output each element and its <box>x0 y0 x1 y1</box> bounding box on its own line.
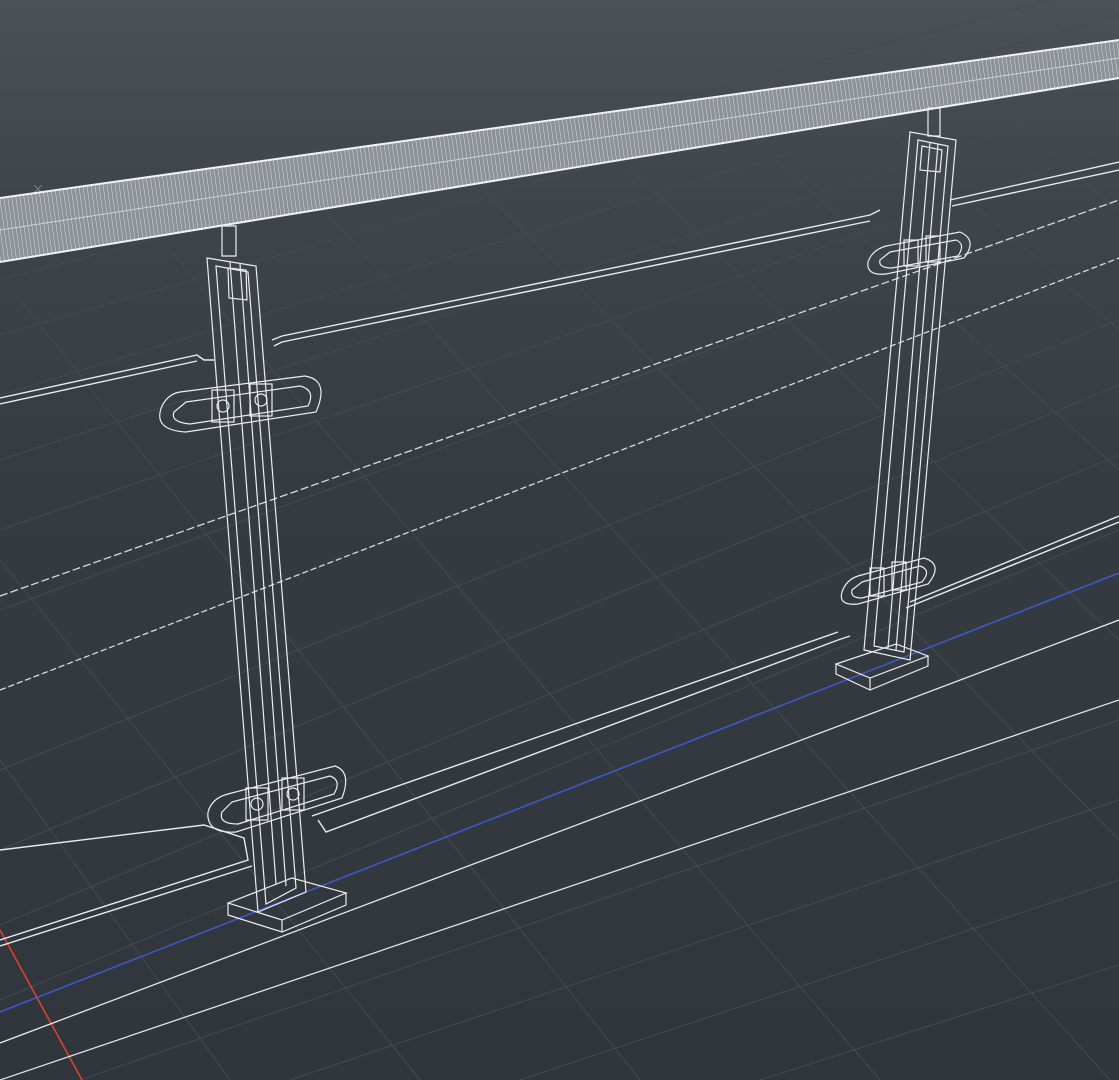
railing-post-right <box>834 107 971 691</box>
axis-y-line <box>0 572 1119 1013</box>
handrail <box>0 39 1119 263</box>
viewport-canvas[interactable] <box>0 0 1119 1080</box>
railing-post-left <box>159 225 348 933</box>
axis-x-line <box>0 929 83 1080</box>
glass-panel-outline <box>0 161 1119 947</box>
3d-viewport[interactable] <box>0 0 1119 1080</box>
floor-outline <box>0 199 1119 1080</box>
